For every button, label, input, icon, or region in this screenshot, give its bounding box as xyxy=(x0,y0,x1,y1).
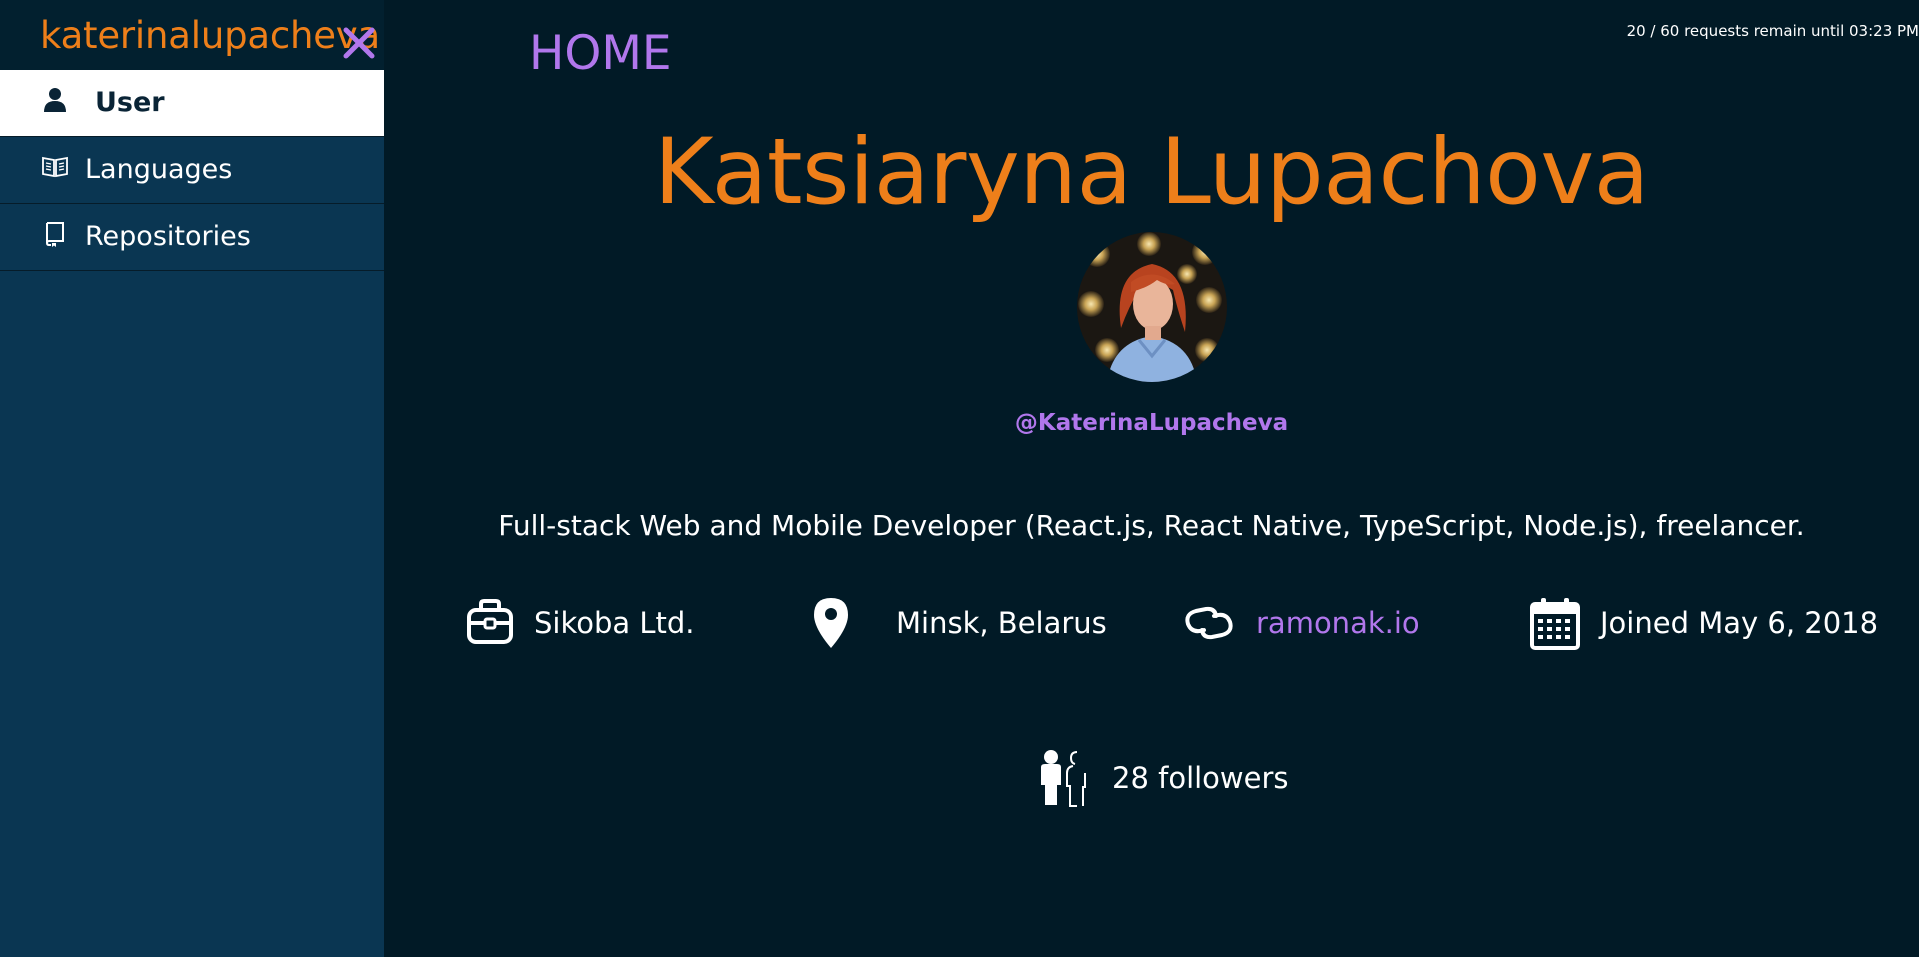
book-open-icon xyxy=(42,154,68,180)
calendar-icon xyxy=(1528,596,1582,650)
briefcase-icon xyxy=(464,596,518,650)
info-website: ramonak.io xyxy=(1182,590,1442,656)
avatar xyxy=(1077,232,1227,382)
close-icon[interactable] xyxy=(340,24,378,62)
rate-limit-status: 20 / 60 requests remain until 03:23 PM xyxy=(1626,22,1919,40)
brand-title: katerinalupacheva xyxy=(40,14,380,57)
user-icon xyxy=(42,87,68,113)
website-link[interactable]: ramonak.io xyxy=(1256,605,1420,641)
joined-date-text: Joined May 6, 2018 xyxy=(1600,606,1879,640)
info-company: Sikoba Ltd. xyxy=(464,590,724,656)
sidebar-item-user[interactable]: User xyxy=(0,70,384,137)
location-pin-icon xyxy=(804,596,858,650)
followers-icon xyxy=(1037,749,1093,807)
sidebar-header: katerinalupacheva xyxy=(0,0,384,70)
main-content: HOME 20 / 60 requests remain until 03:23… xyxy=(384,0,1919,957)
location-text: Minsk, Belarus xyxy=(896,606,1107,640)
company-text: Sikoba Ltd. xyxy=(534,606,695,640)
sidebar: katerinalupacheva User Languages Reposit… xyxy=(0,0,384,957)
profile-bio: Full-stack Web and Mobile Developer (Rea… xyxy=(498,509,1805,542)
info-joined: Joined May 6, 2018 xyxy=(1528,590,1878,656)
link-icon xyxy=(1182,596,1236,650)
followers-count: 28 followers xyxy=(1037,746,1297,810)
sidebar-item-label: Repositories xyxy=(85,221,251,252)
book-icon xyxy=(42,221,68,247)
sidebar-item-languages[interactable]: Languages xyxy=(0,137,384,204)
profile-name: Katsiaryna Lupachova xyxy=(654,120,1649,225)
sidebar-item-repositories[interactable]: Repositories xyxy=(0,204,384,271)
sidebar-item-label: Languages xyxy=(85,154,233,185)
info-location: Minsk, Belarus xyxy=(804,590,1107,656)
followers-text: 28 followers xyxy=(1112,761,1289,795)
profile-username-link[interactable]: @KaterinaLupacheva xyxy=(384,408,1919,438)
home-link[interactable]: HOME xyxy=(529,26,672,82)
sidebar-item-label: User xyxy=(95,87,165,118)
